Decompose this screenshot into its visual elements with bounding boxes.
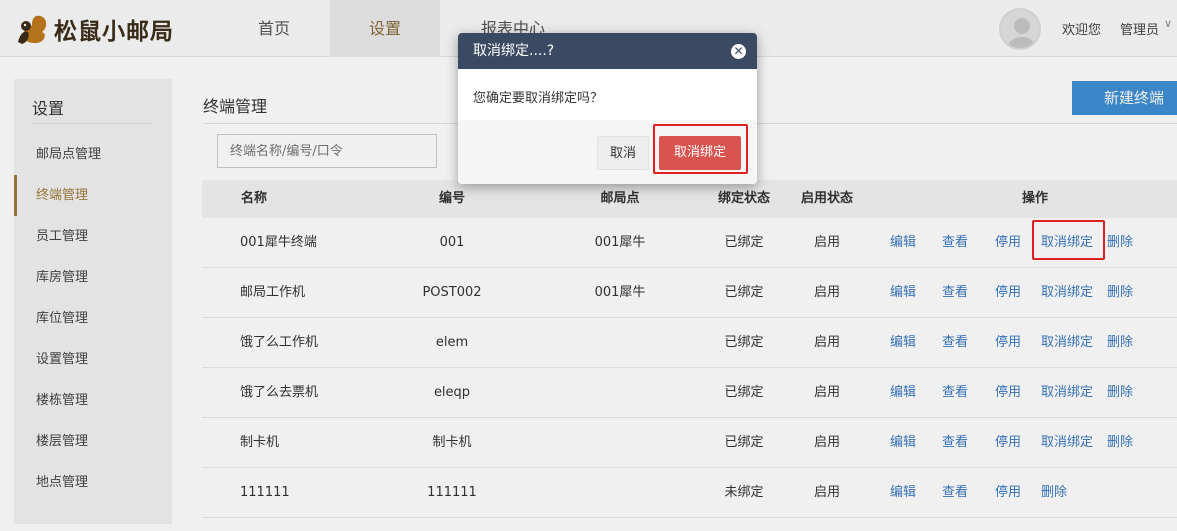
dialog-title: 取消绑定....? (473, 43, 555, 59)
dialog-header: 取消绑定....? ✕ (458, 33, 757, 69)
cancel-button[interactable]: 取消 (597, 136, 649, 170)
dialog-message: 您确定要取消绑定吗？ (473, 91, 604, 106)
close-icon[interactable]: ✕ (731, 44, 746, 59)
highlight-box-confirm (653, 124, 748, 174)
highlight-box-unbind (1032, 220, 1105, 260)
